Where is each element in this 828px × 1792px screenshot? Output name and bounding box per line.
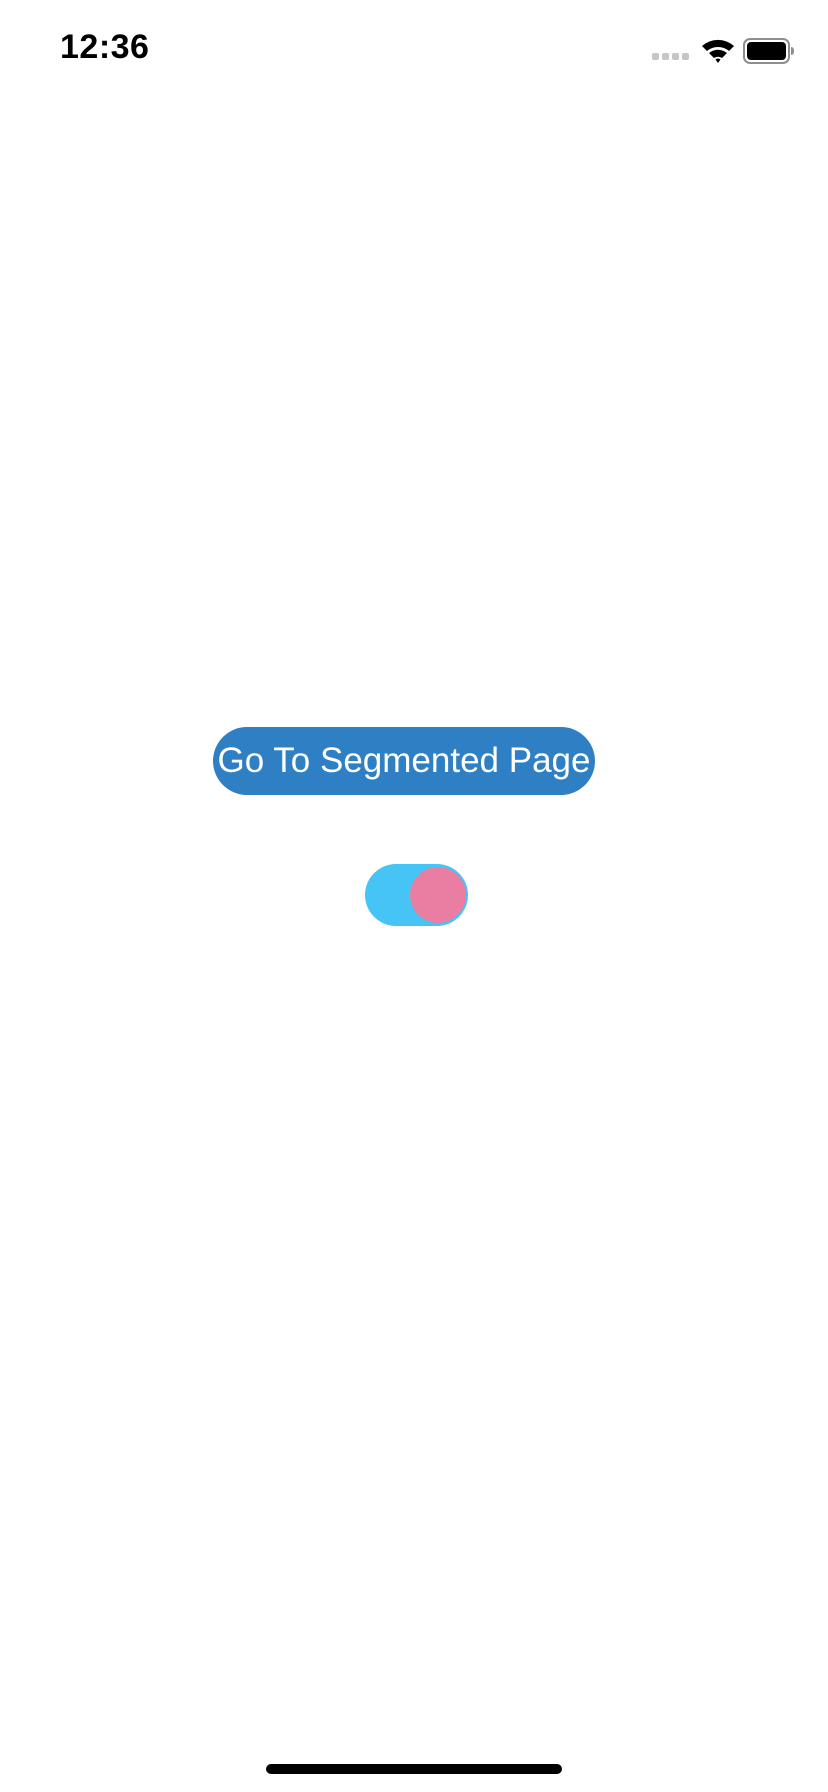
battery-icon <box>743 38 794 64</box>
app-screen: 12:36 Go To Segmented Page <box>0 0 828 1792</box>
wifi-icon <box>702 39 734 63</box>
toggle-knob <box>410 867 466 923</box>
cellular-signal-icon <box>652 53 689 60</box>
home-indicator[interactable] <box>266 1764 562 1774</box>
status-time: 12:36 <box>60 28 150 66</box>
go-to-segmented-page-button[interactable]: Go To Segmented Page <box>213 727 595 795</box>
status-bar: 12:36 <box>0 0 828 100</box>
toggle-switch[interactable] <box>365 864 468 926</box>
